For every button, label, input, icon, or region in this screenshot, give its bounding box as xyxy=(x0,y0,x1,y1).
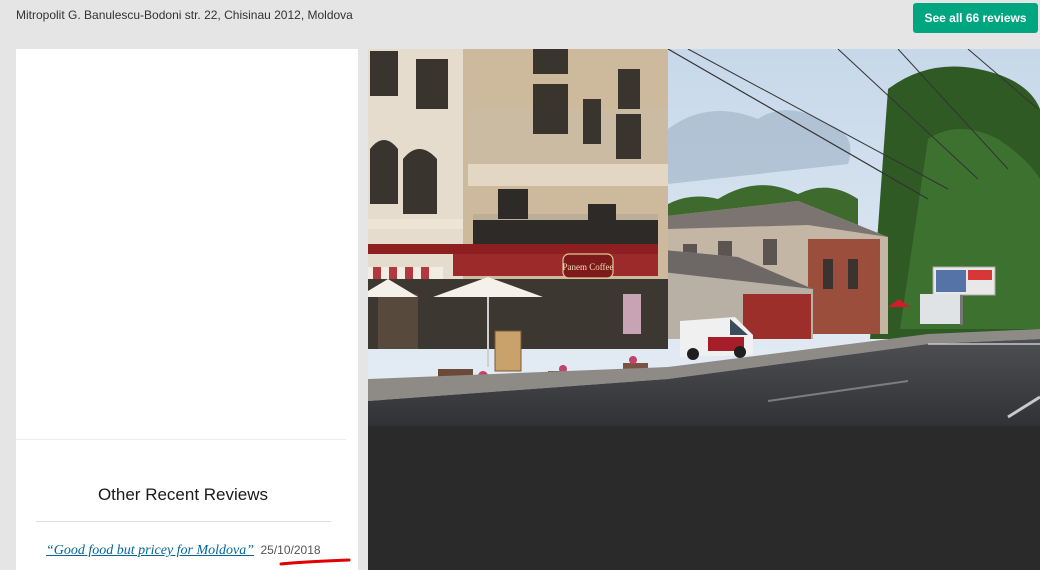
list-item: “Good food but pricey for Moldova” 25/10… xyxy=(46,541,321,559)
red-underline-annotation xyxy=(279,558,351,566)
other-reviews-heading: Other Recent Reviews xyxy=(97,485,269,504)
divider xyxy=(36,521,331,522)
review-title-link[interactable]: “Good food but pricey for Moldova” xyxy=(46,543,254,558)
divider xyxy=(16,439,346,440)
see-all-reviews-button[interactable]: See all 66 reviews xyxy=(913,3,1038,33)
left-panel: Other Recent Reviews “Good food but pric… xyxy=(16,49,358,570)
photo-viewer[interactable]: Panem Coffee xyxy=(368,49,1040,570)
address-text: Mitropolit G. Banulescu-Bodoni str. 22, … xyxy=(16,8,353,22)
review-date: 25/10/2018 xyxy=(260,543,321,557)
map-area xyxy=(16,49,358,439)
restaurant-sign-text: Panem Coffee xyxy=(562,262,613,272)
restaurant-photo: Panem Coffee xyxy=(368,49,1040,426)
